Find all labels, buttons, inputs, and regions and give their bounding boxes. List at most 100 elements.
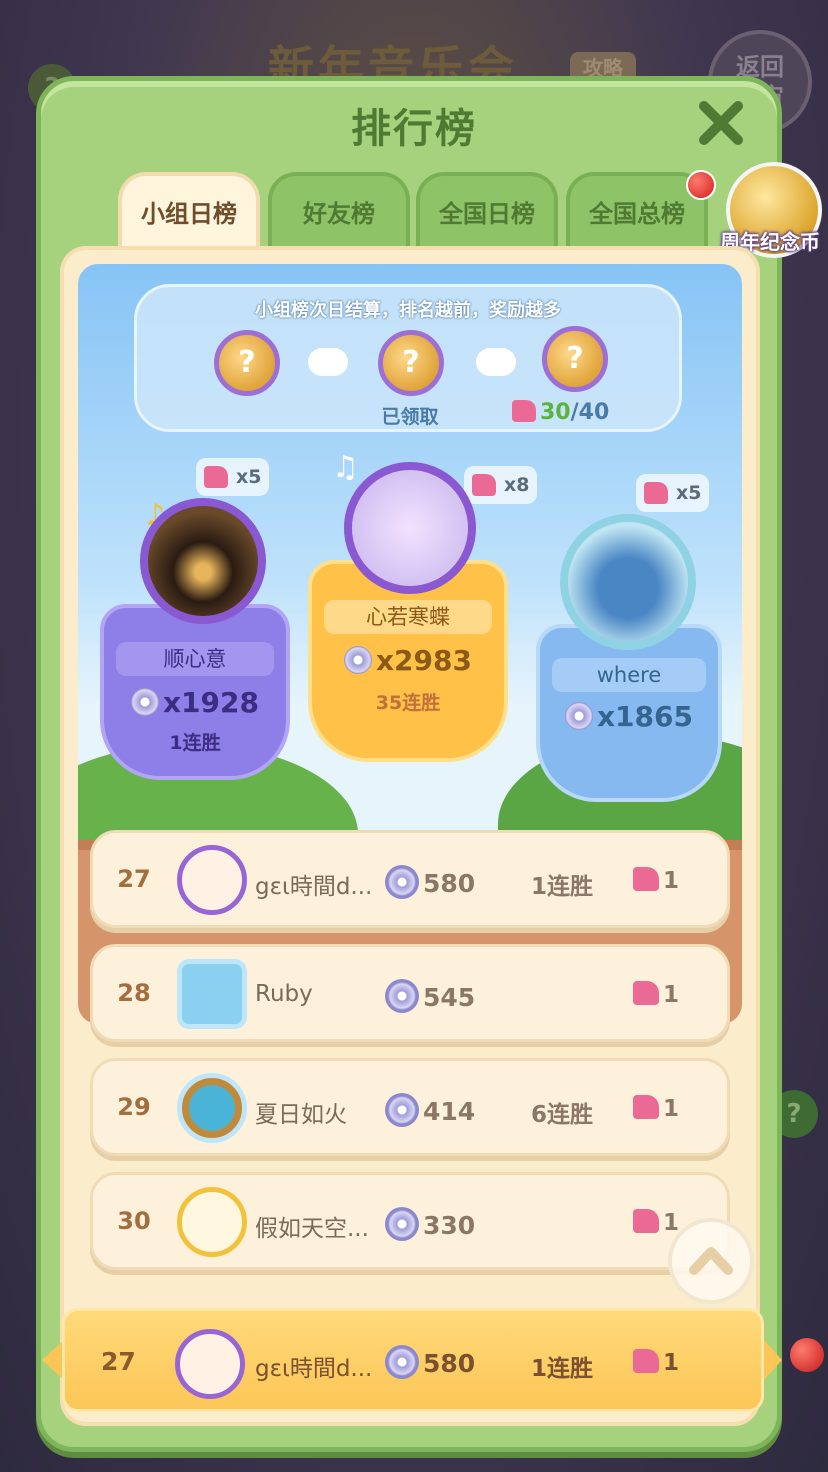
reward-chest-icon[interactable]: ? xyxy=(378,330,444,396)
avatar[interactable] xyxy=(177,845,247,915)
podium-score-value: x1928 xyxy=(163,686,259,719)
disc-icon xyxy=(385,1345,419,1379)
list-item[interactable]: 27 gɛι時間d... 580 1连胜 1 xyxy=(90,830,730,928)
score: 414 xyxy=(385,1093,475,1127)
tab-national-daily[interactable]: 全国日榜 xyxy=(416,172,558,250)
gift-count: 1 xyxy=(633,1095,679,1122)
score-value: 330 xyxy=(423,1211,476,1240)
progress-total: /40 xyxy=(570,400,610,425)
chevron-up-icon xyxy=(689,1247,733,1275)
player-name: gɛι時間d... xyxy=(255,1356,373,1382)
rank-number: 27 xyxy=(117,865,151,893)
reward-chest-icon[interactable]: ? xyxy=(214,330,280,396)
arrow-right-icon xyxy=(476,348,516,376)
reward-chest-icon[interactable]: ? xyxy=(542,326,608,392)
tab-group-daily[interactable]: 小组日榜 xyxy=(118,172,260,256)
podium-second[interactable]: 顺心意 x1928 1连胜 xyxy=(100,604,290,780)
avatar[interactable] xyxy=(140,498,266,624)
gift-count-bubble: x5 xyxy=(196,458,270,496)
gift-icon xyxy=(512,400,536,422)
claimed-label: 已领取 xyxy=(381,406,439,428)
close-button[interactable] xyxy=(696,98,746,148)
score: 580 xyxy=(385,865,475,899)
list-item[interactable]: 28 Ruby 545 1 xyxy=(90,944,730,1042)
gift-progress: 30/40 xyxy=(512,400,609,425)
tab-friends[interactable]: 好友榜 xyxy=(268,172,410,250)
my-rank-tip-left xyxy=(42,1340,64,1380)
rank-number: 30 xyxy=(117,1207,151,1235)
gift-count: x8 xyxy=(504,474,530,496)
rank-number: 28 xyxy=(117,979,151,1007)
win-streak: 6连胜 xyxy=(531,1102,594,1128)
gift-icon xyxy=(633,1209,659,1233)
score-value: 545 xyxy=(423,983,476,1012)
gift-icon xyxy=(633,1349,659,1373)
rank-number: 29 xyxy=(117,1093,151,1121)
avatar[interactable] xyxy=(177,1073,247,1143)
avatar[interactable] xyxy=(560,514,696,650)
disc-icon xyxy=(131,688,159,716)
close-icon xyxy=(699,101,743,145)
podium-score: x1928 xyxy=(104,686,286,719)
gift-icon xyxy=(633,867,659,891)
gift-count: 1 xyxy=(633,867,679,894)
gift-icon xyxy=(633,1095,659,1119)
gift-count: 1 xyxy=(633,1349,679,1376)
disc-icon xyxy=(385,865,419,899)
gift-icon xyxy=(633,981,659,1005)
disc-icon xyxy=(385,979,419,1013)
gift-count-value: 1 xyxy=(663,1350,680,1376)
gift-icon xyxy=(204,466,228,488)
gift-icon xyxy=(644,482,668,504)
avatar[interactable] xyxy=(344,462,476,594)
my-rank-tip-right xyxy=(764,1340,782,1380)
podium-streak: 1连胜 xyxy=(169,732,221,754)
gift-count: x5 xyxy=(676,482,702,504)
gift-icon xyxy=(472,474,496,496)
gift-count-value: 1 xyxy=(663,982,680,1008)
player-name: gɛι時間d... xyxy=(255,874,373,900)
my-rank-bar[interactable]: 27 gɛι時間d... 580 1连胜 1 xyxy=(62,1308,764,1412)
podium-name: 顺心意 xyxy=(116,642,274,676)
score-value: 580 xyxy=(423,869,476,898)
score: 545 xyxy=(385,979,475,1013)
avatar[interactable] xyxy=(175,1329,245,1399)
podium-score-value: x1865 xyxy=(597,700,693,733)
score-value: 580 xyxy=(423,1349,476,1378)
gift-count-value: 1 xyxy=(663,868,680,894)
gift-count: 1 xyxy=(633,981,679,1008)
player-name: 夏日如火 xyxy=(255,1102,347,1128)
notification-dot xyxy=(686,170,716,200)
reward-title: 小组榜次日结算，排名越前，奖励越多 xyxy=(255,300,561,321)
podium-name: where xyxy=(552,658,706,692)
disc-icon xyxy=(385,1207,419,1241)
score-value: 414 xyxy=(423,1097,476,1126)
score: 330 xyxy=(385,1207,475,1241)
podium-score-value: x2983 xyxy=(376,644,472,677)
disc-icon xyxy=(565,702,593,730)
list-item[interactable]: 29 夏日如火 414 6连胜 1 xyxy=(90,1058,730,1156)
avatar[interactable] xyxy=(177,1187,247,1257)
gift-count-bubble: x5 xyxy=(636,474,710,512)
progress-current: 30 xyxy=(540,400,571,425)
podium-third[interactable]: where x1865 xyxy=(536,624,722,802)
score: 580 xyxy=(385,1345,475,1379)
avatar[interactable] xyxy=(177,959,247,1029)
gift-count-value: 1 xyxy=(663,1096,680,1122)
scroll-to-top-button[interactable] xyxy=(668,1218,754,1304)
gift-count-bubble: x8 xyxy=(464,466,538,504)
rank-number: 27 xyxy=(101,1347,136,1376)
podium-streak: 35连胜 xyxy=(375,692,441,714)
player-name: 假如天空... xyxy=(255,1216,369,1242)
arrow-right-icon xyxy=(308,348,348,376)
player-name: Ruby xyxy=(255,981,313,1007)
music-note-icon: ♫ xyxy=(332,450,359,485)
notification-dot xyxy=(790,1338,824,1372)
podium-score: x1865 xyxy=(540,700,718,733)
win-streak: 1连胜 xyxy=(531,1356,594,1382)
podium-name: 心若寒蝶 xyxy=(324,600,492,634)
disc-icon xyxy=(344,646,372,674)
gift-count: x5 xyxy=(236,466,262,488)
podium-score: x2983 xyxy=(312,644,504,677)
list-item[interactable]: 30 假如天空... 330 1 xyxy=(90,1172,730,1270)
